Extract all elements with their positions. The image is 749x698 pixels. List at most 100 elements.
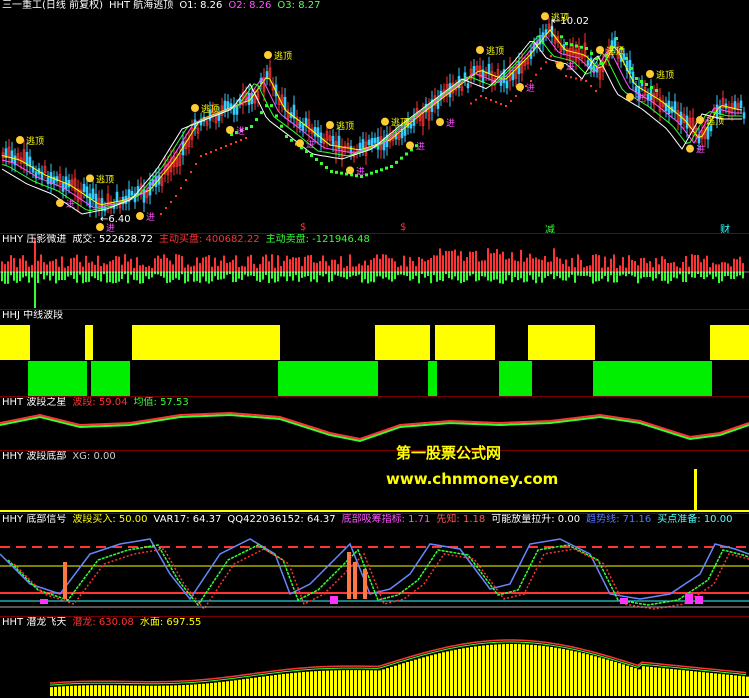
trend-dash bbox=[615, 37, 618, 40]
trend-dash bbox=[560, 35, 563, 39]
sell-volume-bar bbox=[199, 272, 201, 283]
wave-chart[interactable] bbox=[0, 310, 749, 396]
water-level-bar bbox=[642, 666, 645, 696]
water-level-bar bbox=[102, 685, 105, 696]
dragon-chart[interactable] bbox=[0, 617, 749, 698]
buy-volume-bar bbox=[133, 267, 135, 272]
sell-volume-bar bbox=[268, 272, 270, 283]
signal-chart[interactable] bbox=[0, 514, 749, 616]
sell-volume-bar bbox=[205, 272, 207, 282]
sell-volume-bar bbox=[490, 272, 492, 282]
sell-volume-bar bbox=[697, 272, 699, 275]
buy-volume-bar bbox=[4, 264, 6, 272]
buy-signal-label: 进 bbox=[416, 141, 425, 152]
water-level-bar bbox=[510, 644, 513, 696]
event-marker[interactable]: $ bbox=[400, 222, 406, 233]
sell-volume-bar bbox=[631, 272, 633, 276]
wave-down-block bbox=[91, 361, 130, 396]
main-label: O3: 8.27 bbox=[277, 0, 321, 11]
buy-volume-bar bbox=[184, 267, 186, 272]
event-marker[interactable]: 财 bbox=[720, 221, 730, 233]
sell-volume-bar bbox=[661, 272, 663, 281]
star-panel[interactable]: HHT 波段之星 波段: 59.04 均值: 57.53 bbox=[0, 397, 749, 450]
water-level-bar bbox=[298, 672, 301, 696]
buy-volume-bar bbox=[37, 260, 39, 272]
trend-dash bbox=[270, 104, 273, 108]
sell-volume-bar bbox=[487, 272, 489, 281]
sell-volume-bar bbox=[493, 272, 495, 280]
trend-dash bbox=[265, 104, 268, 108]
water-level-bar bbox=[170, 685, 173, 696]
water-level-bar bbox=[70, 685, 73, 696]
buy-volume-bar bbox=[148, 265, 150, 272]
trend-dot bbox=[510, 100, 512, 102]
buy-volume-bar bbox=[538, 259, 540, 272]
water-level-bar bbox=[442, 652, 445, 696]
volume-panel-header: HHY 庄影微进 成交: 522628.72 主动买盘: 400682.22 主动卖盘… bbox=[2, 234, 376, 246]
buy-volume-bar bbox=[127, 261, 129, 272]
sell-volume-bar bbox=[670, 272, 672, 281]
sell-volume-bar bbox=[679, 272, 681, 275]
sell-volume-bar bbox=[16, 272, 18, 283]
sell-volume-bar bbox=[196, 272, 198, 281]
sell-volume-bar bbox=[46, 272, 48, 276]
sell-volume-bar bbox=[169, 272, 171, 283]
buy-volume-bar bbox=[46, 264, 48, 272]
buy-volume-bar bbox=[415, 266, 417, 272]
sell-volume-bar bbox=[688, 272, 690, 275]
buy-volume-bar bbox=[556, 256, 558, 272]
sell-volume-bar bbox=[292, 272, 294, 281]
trend-dash bbox=[580, 45, 583, 49]
price-chart[interactable]: 逃顶逃顶逃顶逃顶逃顶 逃顶逃顶逃顶逃顶逃顶逃顶进进进进进进进进进进进进 bbox=[0, 0, 749, 233]
signal-panel[interactable]: HHY 底部信号 波段买入: 50.00 VAR17: 64.37 QQ4220361… bbox=[0, 514, 749, 616]
star-panel-header: HHT 波段之星 波段: 59.04 均值: 57.53 bbox=[2, 397, 195, 409]
buy-volume-bar bbox=[709, 267, 711, 272]
event-marker[interactable]: 减 bbox=[545, 221, 555, 233]
buy-volume-bar bbox=[121, 264, 123, 272]
dragon-panel[interactable]: HHT 潜龙飞天 潜龙: 630.08 水面: 697.55 bbox=[0, 617, 749, 698]
bottom-panel[interactable]: HHY 波段底部 XG: 0.00 bbox=[0, 451, 749, 513]
sell-volume-bar bbox=[499, 272, 501, 284]
top-signal-icon bbox=[86, 174, 94, 183]
vol-label: 主动卖盘: -121946.48 bbox=[265, 234, 370, 245]
water-level-bar bbox=[738, 675, 741, 696]
main-label: 三一重工(日线 前复权) bbox=[2, 0, 103, 11]
water-level-bar bbox=[450, 650, 453, 696]
trend-dash bbox=[320, 162, 323, 165]
water-level-bar bbox=[302, 672, 305, 696]
water-level-bar bbox=[594, 656, 597, 696]
water-level-bar bbox=[526, 644, 529, 696]
water-level-bar bbox=[358, 670, 361, 696]
sell-volume-bar bbox=[334, 272, 336, 275]
buy-signal-bar bbox=[347, 552, 351, 599]
water-level-bar bbox=[742, 676, 745, 696]
sell-volume-bar bbox=[550, 272, 552, 275]
water-level-bar bbox=[426, 656, 429, 696]
buy-volume-bar bbox=[91, 261, 93, 272]
buy-volume-bar bbox=[355, 266, 357, 272]
water-level-bar bbox=[490, 644, 493, 696]
sell-volume-bar bbox=[385, 272, 387, 278]
buy-volume-bar bbox=[172, 264, 174, 272]
sell-volume-bar bbox=[610, 272, 612, 276]
sell-volume-bar bbox=[598, 272, 600, 281]
sell-volume-bar bbox=[28, 272, 30, 283]
water-level-bar bbox=[718, 673, 721, 696]
event-marker[interactable]: $ bbox=[300, 222, 306, 233]
water-level-bar bbox=[154, 685, 157, 696]
buy-volume-bar bbox=[442, 255, 444, 272]
buy-volume-bar bbox=[610, 258, 612, 272]
sell-volume-bar bbox=[685, 272, 687, 283]
top-signal-icon bbox=[381, 117, 389, 126]
buy-signal-icon bbox=[686, 144, 694, 153]
sell-volume-bar bbox=[568, 272, 570, 278]
sell-volume-bar bbox=[73, 272, 75, 279]
top-signal-label: 逃顶 bbox=[706, 115, 724, 127]
volume-panel[interactable]: HHY 庄影微进 成交: 522628.72 主动买盘: 400682.22 主动卖盘… bbox=[0, 234, 749, 309]
dragon-label: 潜龙: 630.08 bbox=[72, 617, 134, 628]
sell-volume-bar bbox=[349, 272, 351, 277]
buy-volume-bar bbox=[175, 254, 177, 272]
wave-panel[interactable]: HHJ 中线波段 bbox=[0, 310, 749, 396]
price-panel[interactable]: 逃顶 逃顶 逃顶 逃顶 逃顶 逃顶 逃顶 逃顶 逃顶 逃顶 逃顶进进进进进进进进进进进进 三一重工(… bbox=[0, 0, 749, 233]
buy-signal-icon bbox=[136, 212, 144, 220]
